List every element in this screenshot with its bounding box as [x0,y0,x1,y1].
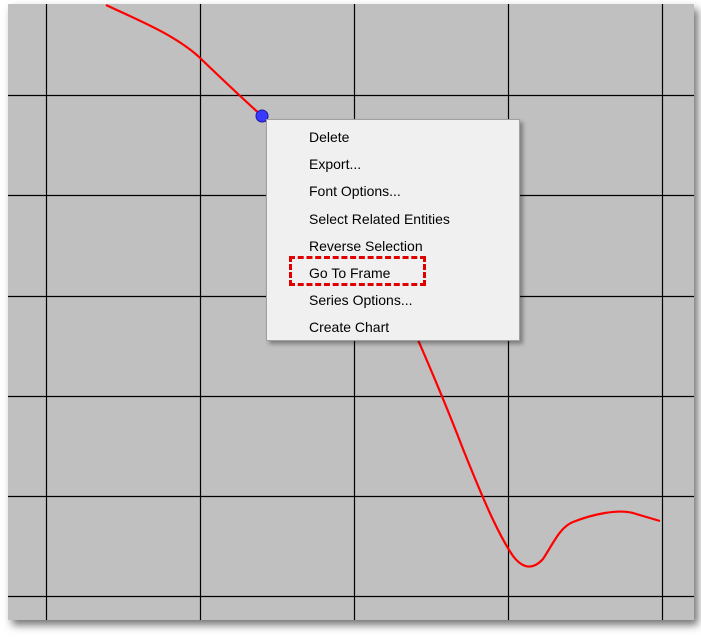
context-menu: Delete Export... Font Options... Select … [266,119,520,341]
menu-item-create-chart[interactable]: Create Chart [267,314,519,341]
menu-item-reverse-selection[interactable]: Reverse Selection [267,233,519,260]
menu-item-series-options[interactable]: Series Options... [267,287,519,314]
menu-item-go-to-frame[interactable]: Go To Frame [267,260,519,287]
menu-item-font-options[interactable]: Font Options... [267,178,519,205]
menu-item-delete[interactable]: Delete [267,124,519,151]
menu-item-select-related-entities[interactable]: Select Related Entities [267,206,519,233]
menu-item-export[interactable]: Export... [267,151,519,178]
